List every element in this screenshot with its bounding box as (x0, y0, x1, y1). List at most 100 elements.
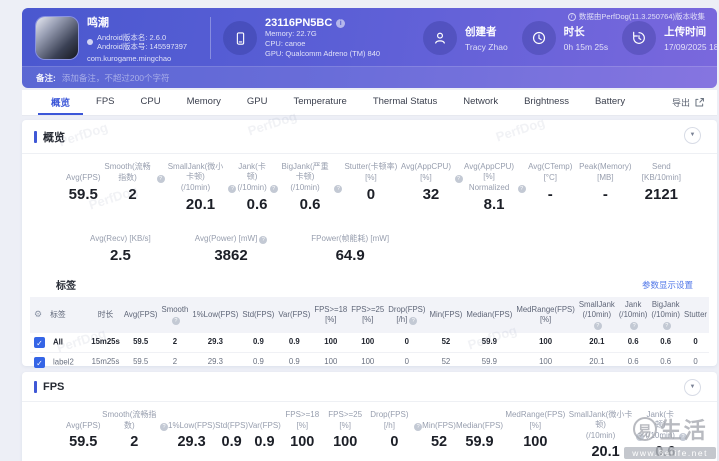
settings-gear-icon[interactable]: ⚙ (34, 309, 42, 319)
column-header[interactable]: 1%Low(FPS) (190, 297, 240, 332)
tab-label: FPS (96, 96, 114, 107)
info-icon[interactable]: ? (172, 317, 180, 325)
column-header[interactable]: Avg(FPS) (122, 297, 160, 332)
table-cell: 0.9 (240, 333, 276, 353)
metric: 1%Low(FPS)29.3 (168, 410, 215, 460)
table-cell: 0.9 (276, 352, 312, 372)
info-icon[interactable]: ? (663, 322, 671, 330)
column-header[interactable]: 时长 (89, 297, 122, 332)
metric: Peak(Memory) [MB]- (575, 162, 636, 213)
metric-label: Avg(AppCPU) [%] Normalized? (463, 162, 526, 193)
info-icon[interactable]: i (336, 19, 345, 28)
tab-Temperature[interactable]: Temperature (280, 90, 359, 115)
metric-value: 100 (290, 434, 314, 450)
info-icon[interactable]: ? (228, 185, 236, 193)
column-header[interactable]: BigJank (/10min)? (649, 297, 682, 332)
tab-概览[interactable]: 概览 (38, 90, 83, 115)
table-cell: 52 (427, 333, 464, 353)
param-display-settings-link[interactable]: 参数显示设置 (642, 279, 693, 291)
tab-FPS[interactable]: FPS (83, 90, 127, 115)
table-row[interactable]: ✓All15m25s59.5229.30.90.910010005259.910… (30, 333, 709, 353)
metric: Send [KB/10min]2121 (636, 162, 687, 213)
info-icon[interactable]: ? (409, 317, 417, 325)
row-checkbox[interactable]: ✓ (34, 337, 45, 348)
info-icon[interactable]: ? (630, 322, 638, 330)
info-icon: i (568, 13, 576, 21)
metric: Avg(AppCPU) [%]?32 (399, 162, 462, 213)
table-cell: 20.1 (577, 352, 617, 372)
info-icon[interactable]: ? (160, 423, 168, 431)
info-icon[interactable]: ? (157, 175, 165, 183)
metric: Stutter(卡顿率) [%]0 (342, 162, 399, 213)
remark-bar[interactable]: 备注: 添加备注，不超过200个字符 (22, 66, 717, 88)
info-icon[interactable]: ? (334, 185, 342, 193)
metric: Median(FPS)59.9 (456, 410, 503, 460)
info-icon[interactable]: ? (679, 433, 687, 441)
remark-label: 备注: (36, 72, 56, 84)
column-header[interactable]: Var(FPS) (276, 297, 312, 332)
labels-table-title: 标签 (56, 277, 76, 292)
tab-CPU[interactable]: CPU (128, 90, 174, 115)
metric-label: SmallJank(微小卡顿) (/10min)? (165, 162, 237, 193)
column-header[interactable]: MedRange(FPS)[%] (514, 297, 577, 332)
metric-label: Std(FPS) (215, 410, 248, 431)
collapse-overview-button[interactable]: ▼ (684, 127, 701, 144)
tab-label: Temperature (293, 96, 346, 107)
info-icon[interactable]: ? (455, 175, 463, 183)
tab-label: CPU (141, 96, 161, 107)
metric: Jank(卡顿) (/10min)?0.6 (644, 410, 687, 460)
row-checkbox[interactable]: ✓ (34, 357, 45, 368)
column-header[interactable]: ⚙标签 (30, 297, 89, 332)
table-cell: 0 (682, 352, 709, 372)
row-name: All (53, 337, 63, 346)
column-header[interactable]: SmallJank (/10min)? (577, 297, 617, 332)
tab-Network[interactable]: Network (450, 90, 511, 115)
info-icon[interactable]: ? (518, 185, 526, 193)
tab-Battery[interactable]: Battery (582, 90, 638, 115)
metric-label: Jank(卡顿) (/10min)? (644, 410, 687, 441)
tab-GPU[interactable]: GPU (234, 90, 281, 115)
row-label-cell: ✓ All (30, 333, 89, 353)
tab-label: Thermal Status (373, 96, 437, 107)
column-header[interactable]: Drop(FPS) [/h]? (386, 297, 427, 332)
column-header[interactable]: Median(FPS) (464, 297, 514, 332)
remark-placeholder: 添加备注，不超过200个字符 (62, 72, 170, 84)
metric-label: Drop(FPS) [/h]? (367, 410, 423, 431)
column-header[interactable]: Smooth? (160, 297, 191, 332)
column-header[interactable]: Std(FPS) (240, 297, 276, 332)
metric-value: 2 (128, 186, 136, 203)
table-cell: 2 (160, 333, 191, 353)
table-cell: 0.6 (649, 333, 682, 353)
metric-label: MedRange(FPS)[%] (503, 410, 568, 431)
tab-bar: 概览 FPS CPU MemoryGPU Temperature Thermal Stat… (22, 90, 717, 116)
metric-value: 0.9 (222, 434, 242, 450)
info-icon[interactable]: ? (270, 185, 278, 193)
tab-Brightness[interactable]: Brightness (511, 90, 582, 115)
column-header[interactable]: Stutter (682, 297, 709, 332)
metric-label: Avg(AppCPU) [%]? (399, 162, 462, 183)
info-icon[interactable]: ? (594, 322, 602, 330)
metric: Drop(FPS) [/h]?0 (367, 410, 423, 460)
column-header[interactable]: FPS>=25 [%] (349, 297, 386, 332)
tab-Memory[interactable]: Memory (174, 90, 234, 115)
export-button[interactable]: 导出 (672, 90, 705, 115)
table-cell: 15m25s (89, 352, 122, 372)
metric-value: - (548, 186, 553, 203)
tab-Thermal Status[interactable]: Thermal Status (360, 90, 450, 115)
table-row[interactable]: ✓label215m25s59.5229.30.90.910010005259.… (30, 352, 709, 372)
creator-label: 创建者 (465, 24, 508, 39)
metric-label: FPower(帧能耗) [mW] (311, 223, 389, 244)
info-icon[interactable]: ? (636, 433, 644, 441)
metric-value: 0.9 (254, 434, 274, 450)
collapse-fps-button[interactable]: ▼ (684, 379, 701, 396)
column-header[interactable]: Min(FPS) (427, 297, 464, 332)
metric-value: 2121 (645, 186, 678, 203)
metric: Avg(CTemp)[°C]- (526, 162, 575, 213)
column-header[interactable]: FPS>=18 [%] (312, 297, 349, 332)
info-icon[interactable]: ? (414, 423, 422, 431)
table-cell: 59.9 (464, 333, 514, 353)
metric-label: Stutter(卡顿率) [%] (342, 162, 399, 183)
column-header[interactable]: Jank (/10min)? (617, 297, 650, 332)
metric: Avg(Recv) [KB/s]2.5 (90, 223, 151, 264)
info-icon[interactable]: ? (259, 236, 267, 244)
